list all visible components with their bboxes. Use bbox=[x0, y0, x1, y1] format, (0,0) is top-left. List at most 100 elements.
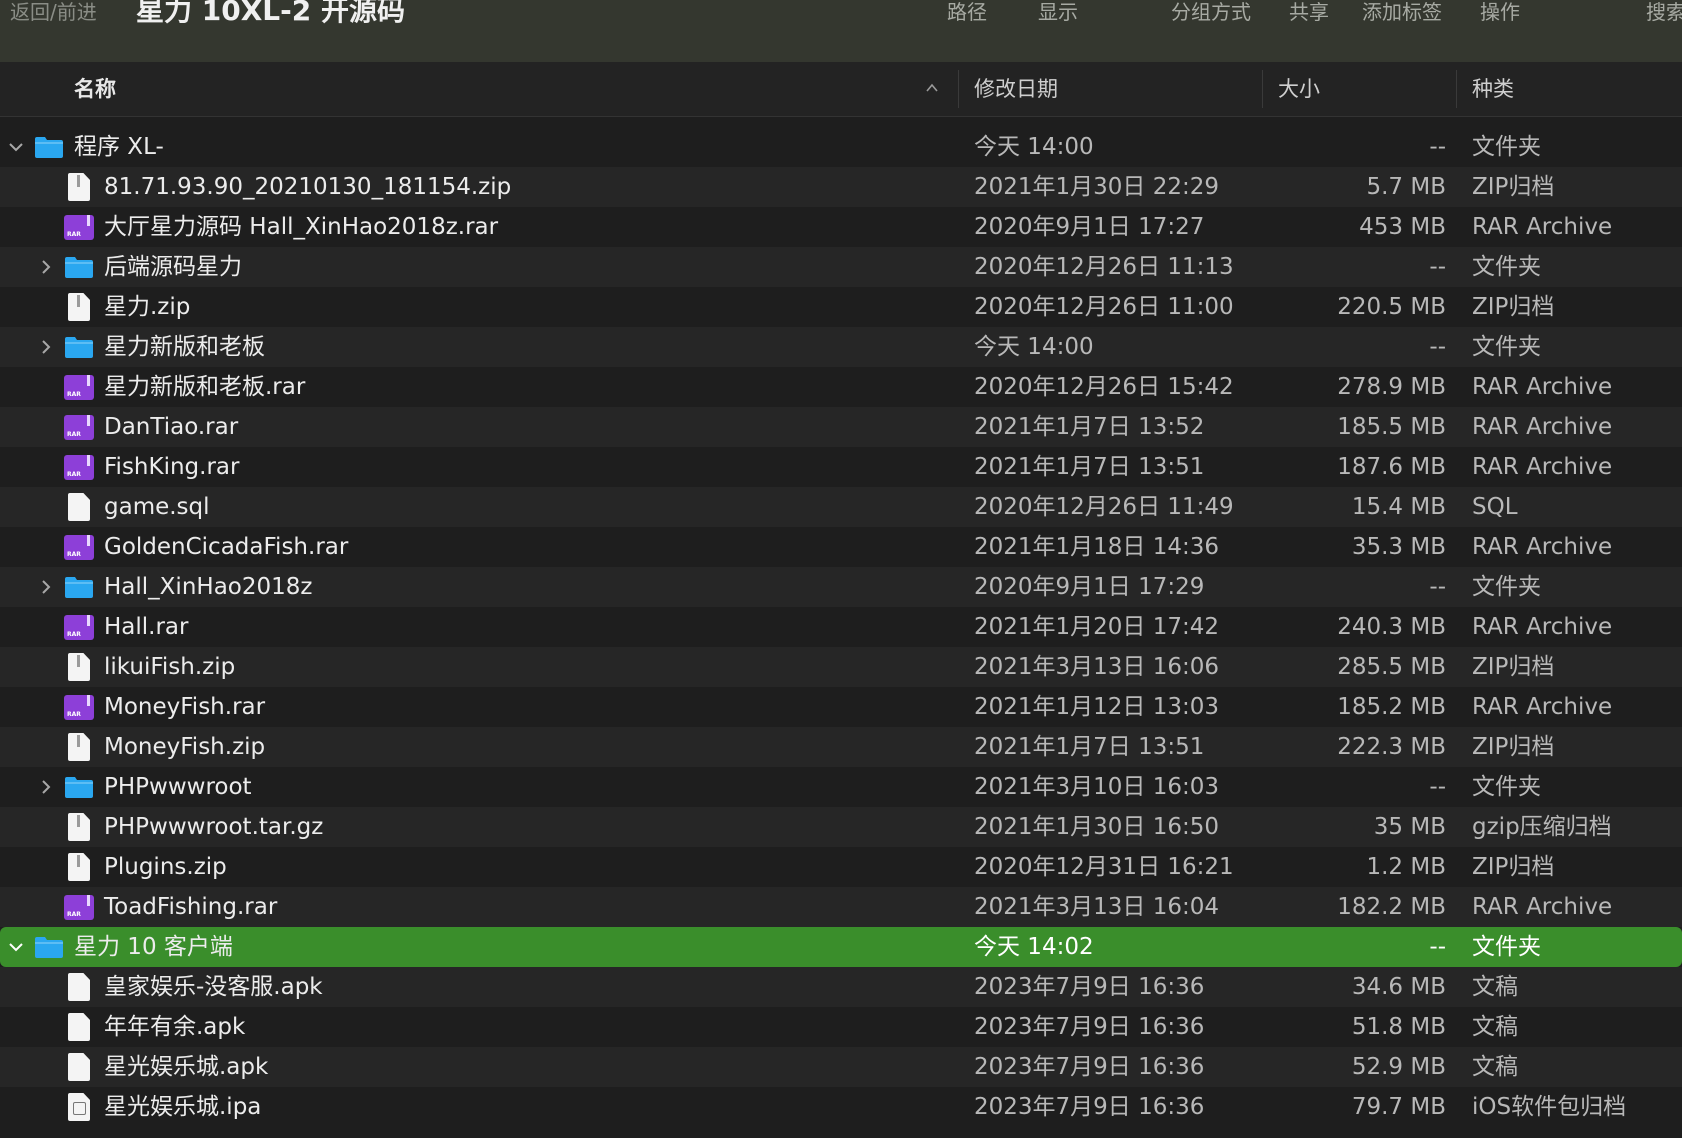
back-forward-button[interactable]: 返回/前进 bbox=[10, 0, 97, 24]
window-title: 星力 10XL-2 开源码 bbox=[136, 0, 405, 27]
path-button[interactable]: 路径 bbox=[947, 0, 987, 24]
chevron-right-icon[interactable] bbox=[36, 257, 56, 277]
file-name[interactable]: GoldenCicadaFish.rar bbox=[104, 527, 348, 567]
modified-date: 2023年7月9日 16:36 bbox=[974, 1094, 1205, 1120]
folder-row[interactable]: Hall_XinHao2018z 2020年9月1日 17:29 -- 文件夹 bbox=[0, 567, 1682, 607]
modified-date: 2021年1月7日 13:52 bbox=[974, 414, 1205, 440]
file-row[interactable]: Plugins.zip 2020年12月31日 16:21 1.2 MB ZIP归档 bbox=[0, 847, 1682, 887]
folder-icon bbox=[64, 575, 94, 603]
column-divider[interactable] bbox=[1262, 70, 1263, 108]
file-name[interactable]: 星力新版和老板 bbox=[104, 327, 265, 367]
file-name[interactable]: 星光娱乐城.apk bbox=[104, 1047, 268, 1087]
column-header-size[interactable]: 大小 bbox=[1278, 76, 1320, 102]
chevron-down-icon[interactable] bbox=[6, 137, 26, 157]
file-name[interactable]: Hall.rar bbox=[104, 607, 189, 647]
folder-row[interactable]: 程序 XL- 今天 14:00 -- 文件夹 bbox=[0, 127, 1682, 167]
file-name[interactable]: 星力 10 客户端 bbox=[74, 927, 233, 967]
file-name[interactable]: Plugins.zip bbox=[104, 847, 227, 887]
file-row[interactable]: 星光娱乐城.ipa 2023年7月9日 16:36 79.7 MB iOS软件包归档 bbox=[0, 1087, 1682, 1127]
folder-row[interactable]: PHPwwwroot 2021年3月10日 16:03 -- 文件夹 bbox=[0, 767, 1682, 807]
modified-date: 2021年1月7日 13:51 bbox=[974, 454, 1205, 480]
view-button[interactable]: 显示 bbox=[1038, 0, 1078, 24]
file-kind: 文件夹 bbox=[1472, 334, 1541, 360]
file-kind: gzip压缩归档 bbox=[1472, 814, 1612, 840]
file-row[interactable]: 星光娱乐城.apk 2023年7月9日 16:36 52.9 MB 文稿 bbox=[0, 1047, 1682, 1087]
file-size: 285.5 MB bbox=[1337, 654, 1446, 680]
file-row[interactable]: RAR FishKing.rar 2021年1月7日 13:51 187.6 MB RA… bbox=[0, 447, 1682, 487]
file-name[interactable]: PHPwwwroot bbox=[104, 767, 252, 807]
file-name[interactable]: 程序 XL- bbox=[74, 127, 164, 167]
chevron-down-icon[interactable] bbox=[6, 937, 26, 957]
file-row[interactable]: PHPwwwroot.tar.gz 2021年1月30日 16:50 35 MB gz… bbox=[0, 807, 1682, 847]
column-header-kind[interactable]: 种类 bbox=[1472, 76, 1514, 102]
group-by-button[interactable]: 分组方式 bbox=[1171, 0, 1251, 24]
file-name[interactable]: PHPwwwroot.tar.gz bbox=[104, 807, 323, 847]
file-name[interactable]: 81.71.93.90_20210130_181154.zip bbox=[104, 167, 511, 207]
chevron-right-icon[interactable] bbox=[36, 777, 56, 797]
file-row[interactable]: RAR GoldenCicadaFish.rar 2021年1月18日 14:36 3… bbox=[0, 527, 1682, 567]
column-divider[interactable] bbox=[958, 70, 959, 108]
file-size: 52.9 MB bbox=[1351, 1054, 1446, 1080]
file-name[interactable]: 大厅星力源码 Hall_XinHao2018z.rar bbox=[104, 207, 498, 247]
folder-row[interactable]: 后端源码星力 2020年12月26日 11:13 -- 文件夹 bbox=[0, 247, 1682, 287]
folder-row[interactable]: 星力 10 客户端 今天 14:02 -- 文件夹 bbox=[0, 927, 1682, 967]
file-row[interactable]: 年年有余.apk 2023年7月9日 16:36 51.8 MB 文稿 bbox=[0, 1007, 1682, 1047]
file-size: 453 MB bbox=[1359, 214, 1446, 240]
add-tags-button[interactable]: 添加标签 bbox=[1362, 0, 1442, 24]
file-name[interactable]: MoneyFish.zip bbox=[104, 727, 265, 767]
modified-date: 2021年1月18日 14:36 bbox=[974, 534, 1220, 560]
file-size: 187.6 MB bbox=[1337, 454, 1446, 480]
column-divider[interactable] bbox=[1456, 70, 1457, 108]
file-name[interactable]: MoneyFish.rar bbox=[104, 687, 265, 727]
rar-file-icon: RAR bbox=[64, 891, 94, 920]
search-button[interactable]: 搜索 bbox=[1646, 0, 1682, 24]
chevron-right-icon[interactable] bbox=[36, 337, 56, 357]
file-row[interactable]: RAR ToadFishing.rar 2021年3月13日 16:04 182.2 … bbox=[0, 887, 1682, 927]
rar-badge: RAR bbox=[64, 215, 94, 240]
file-row[interactable]: 皇家娱乐-没客服.apk 2023年7月9日 16:36 34.6 MB 文稿 bbox=[0, 967, 1682, 1007]
file-name[interactable]: 年年有余.apk bbox=[104, 1007, 245, 1047]
zip-file-icon bbox=[68, 733, 90, 761]
modified-date: 2020年12月26日 11:49 bbox=[974, 494, 1234, 520]
file-name[interactable]: FishKing.rar bbox=[104, 447, 239, 487]
file-size: 79.7 MB bbox=[1351, 1094, 1446, 1120]
file-row[interactable]: 星力.zip 2020年12月26日 11:00 220.5 MB ZIP归档 bbox=[0, 287, 1682, 327]
rar-file-icon: RAR bbox=[64, 211, 94, 240]
file-size: -- bbox=[1429, 334, 1446, 360]
rar-badge: RAR bbox=[64, 895, 94, 920]
file-name[interactable]: likuiFish.zip bbox=[104, 647, 235, 687]
zip-file-icon bbox=[68, 853, 90, 881]
file-name[interactable]: ToadFishing.rar bbox=[104, 887, 277, 927]
file-size: 35.3 MB bbox=[1351, 534, 1446, 560]
column-header-name[interactable]: 名称 bbox=[74, 76, 116, 102]
file-row[interactable]: MoneyFish.zip 2021年1月7日 13:51 222.3 MB ZIP归… bbox=[0, 727, 1682, 767]
modified-date: 2021年1月20日 17:42 bbox=[974, 614, 1220, 640]
share-button[interactable]: 共享 bbox=[1289, 0, 1329, 24]
chevron-right-icon[interactable] bbox=[36, 577, 56, 597]
modified-date: 2021年3月13日 16:04 bbox=[974, 894, 1220, 920]
file-row[interactable]: likuiFish.zip 2021年3月13日 16:06 285.5 MB ZIP… bbox=[0, 647, 1682, 687]
file-row[interactable]: game.sql 2020年12月26日 11:49 15.4 MB SQL bbox=[0, 487, 1682, 527]
file-name[interactable]: 星光娱乐城.ipa bbox=[104, 1087, 261, 1127]
file-row[interactable]: RAR DanTiao.rar 2021年1月7日 13:52 185.5 MB RAR… bbox=[0, 407, 1682, 447]
rar-file-icon: RAR bbox=[64, 371, 94, 400]
file-name[interactable]: 皇家娱乐-没客服.apk bbox=[104, 967, 323, 1007]
document-icon bbox=[68, 493, 90, 521]
file-row[interactable]: RAR Hall.rar 2021年1月20日 17:42 240.3 MB RAR A… bbox=[0, 607, 1682, 647]
file-name[interactable]: DanTiao.rar bbox=[104, 407, 238, 447]
file-row[interactable]: RAR 星力新版和老板.rar 2020年12月26日 15:42 278.9 MB R… bbox=[0, 367, 1682, 407]
column-header-date[interactable]: 修改日期 bbox=[974, 76, 1058, 102]
ipa-file-icon bbox=[68, 1093, 90, 1121]
file-name[interactable]: game.sql bbox=[104, 487, 210, 527]
action-button[interactable]: 操作 bbox=[1480, 0, 1520, 24]
file-row[interactable]: RAR MoneyFish.rar 2021年1月12日 13:03 185.2 MB… bbox=[0, 687, 1682, 727]
file-name[interactable]: 星力.zip bbox=[104, 287, 190, 327]
file-name[interactable]: 后端源码星力 bbox=[104, 247, 242, 287]
file-row[interactable]: RAR 大厅星力源码 Hall_XinHao2018z.rar 2020年9月1日 … bbox=[0, 207, 1682, 247]
modified-date: 2023年7月9日 16:36 bbox=[974, 1014, 1205, 1040]
file-name[interactable]: 星力新版和老板.rar bbox=[104, 367, 305, 407]
folder-row[interactable]: 星力新版和老板 今天 14:00 -- 文件夹 bbox=[0, 327, 1682, 367]
file-name[interactable]: Hall_XinHao2018z bbox=[104, 567, 312, 607]
sort-ascending-icon bbox=[926, 83, 938, 92]
file-row[interactable]: 81.71.93.90_20210130_181154.zip 2021年1月30… bbox=[0, 167, 1682, 207]
